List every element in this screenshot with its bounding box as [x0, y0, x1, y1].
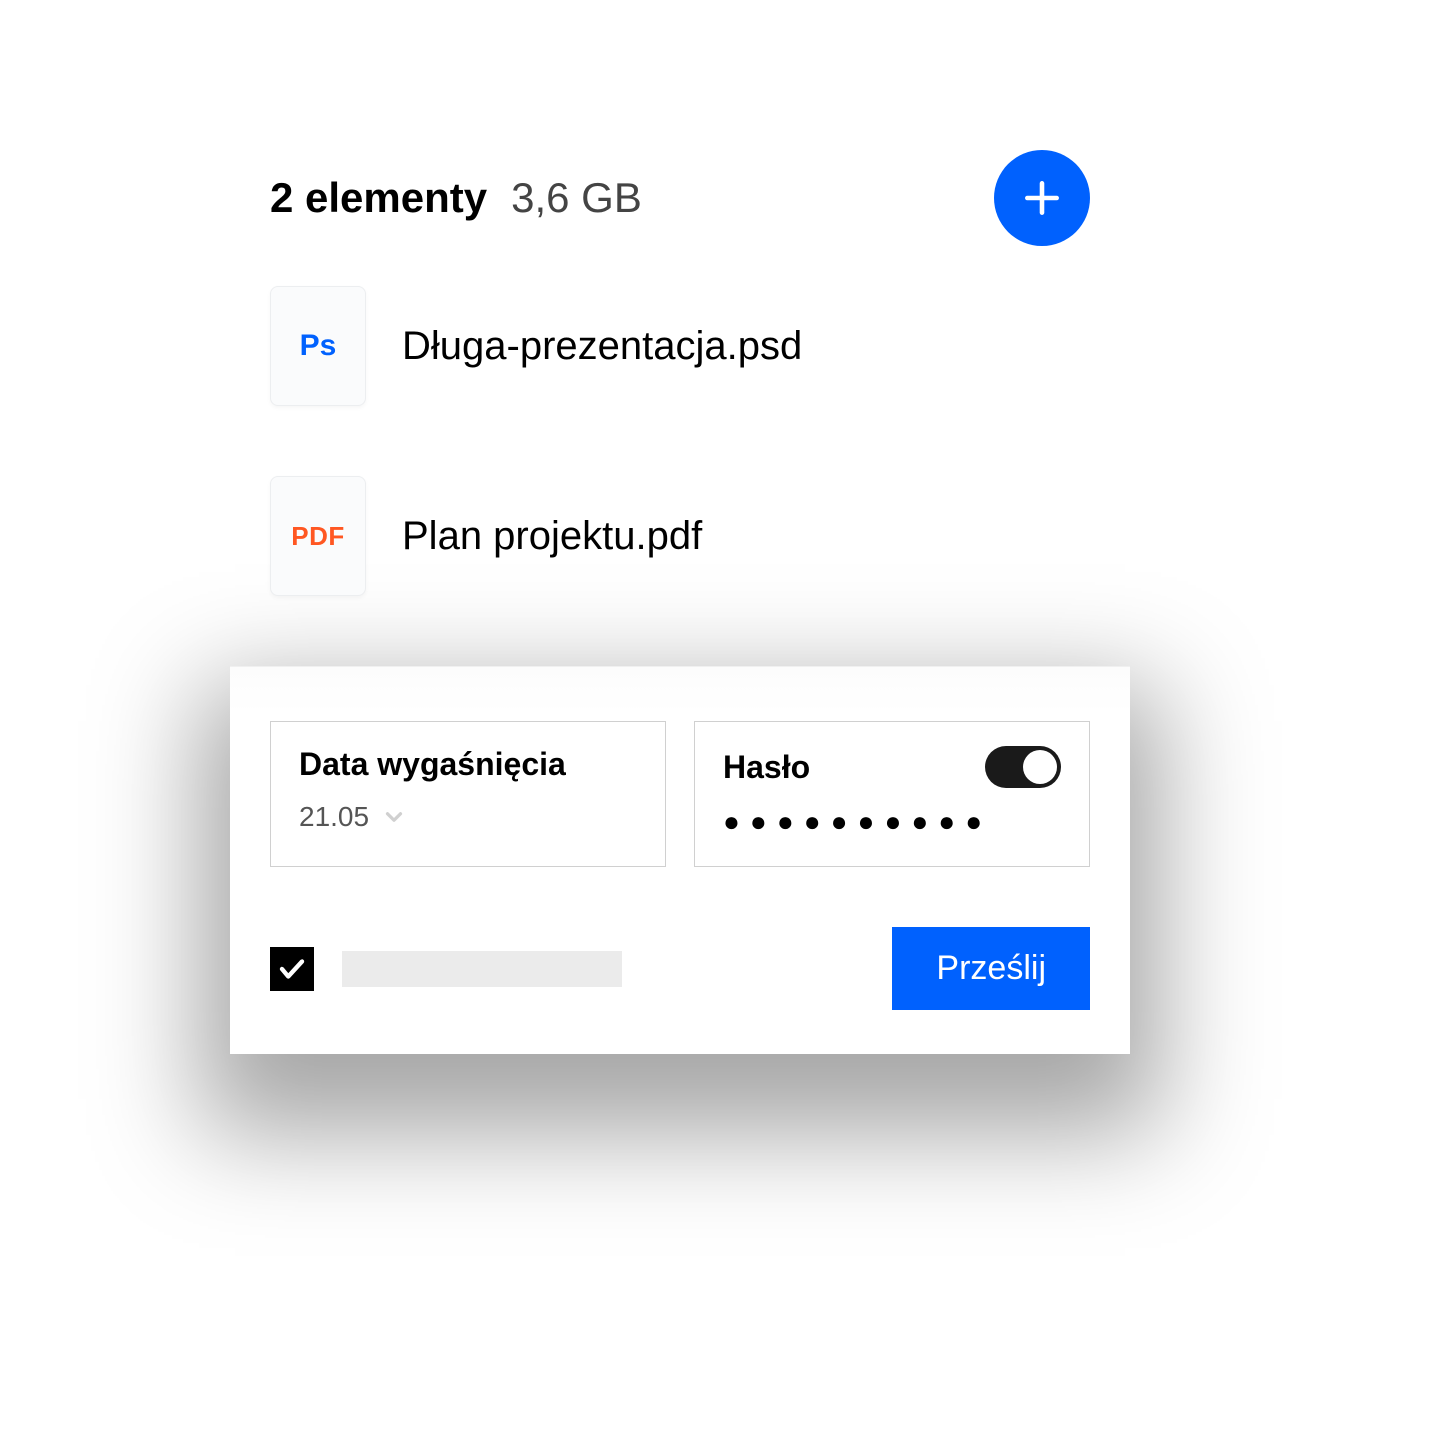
upload-panel: 2 elementy 3,6 GB Ps Długa-prezentacja.p…	[230, 130, 1130, 1054]
password-label: Hasło	[723, 749, 810, 786]
password-toggle[interactable]	[985, 746, 1061, 788]
file-item[interactable]: PDF Plan projektu.pdf	[270, 476, 1090, 596]
expiration-header: Data wygaśnięcia	[299, 746, 637, 783]
header-text: 2 elementy 3,6 GB	[270, 174, 642, 222]
expiration-label: Data wygaśnięcia	[299, 746, 566, 783]
toggle-knob	[1023, 750, 1057, 784]
file-name: Plan projektu.pdf	[402, 514, 702, 559]
ps-icon: Ps	[300, 329, 337, 363]
expiration-value: 21.05	[299, 801, 369, 833]
placeholder-bar	[342, 951, 622, 987]
panel-header: 2 elementy 3,6 GB	[230, 130, 1130, 286]
item-count: 2 elementy	[270, 174, 487, 222]
submit-button[interactable]: Prześlij	[892, 927, 1090, 1010]
file-item[interactable]: Ps Długa-prezentacja.psd	[270, 286, 1090, 406]
expiration-box[interactable]: Data wygaśnięcia 21.05	[270, 721, 666, 867]
bottom-left	[270, 947, 622, 991]
add-button[interactable]	[994, 150, 1090, 246]
options-row: Data wygaśnięcia 21.05 Hasło ●●●●●●●●●●	[270, 721, 1090, 867]
pdf-icon: PDF	[291, 521, 345, 552]
total-size: 3,6 GB	[511, 174, 642, 222]
check-icon	[277, 954, 307, 984]
chevron-down-icon	[381, 804, 407, 830]
agree-checkbox[interactable]	[270, 947, 314, 991]
file-icon-pdf: PDF	[270, 476, 366, 596]
expiration-value-row[interactable]: 21.05	[299, 801, 637, 833]
bottom-row: Prześlij	[270, 927, 1090, 1010]
file-list: Ps Długa-prezentacja.psd PDF Plan projek…	[230, 286, 1130, 596]
password-header: Hasło	[723, 746, 1061, 788]
file-name: Długa-prezentacja.psd	[402, 324, 802, 369]
file-icon-psd: Ps	[270, 286, 366, 406]
password-box: Hasło ●●●●●●●●●●	[694, 721, 1090, 867]
password-masked: ●●●●●●●●●●	[723, 806, 1061, 838]
plus-icon	[1020, 176, 1064, 220]
footer-panel: Data wygaśnięcia 21.05 Hasło ●●●●●●●●●●	[230, 666, 1130, 1054]
